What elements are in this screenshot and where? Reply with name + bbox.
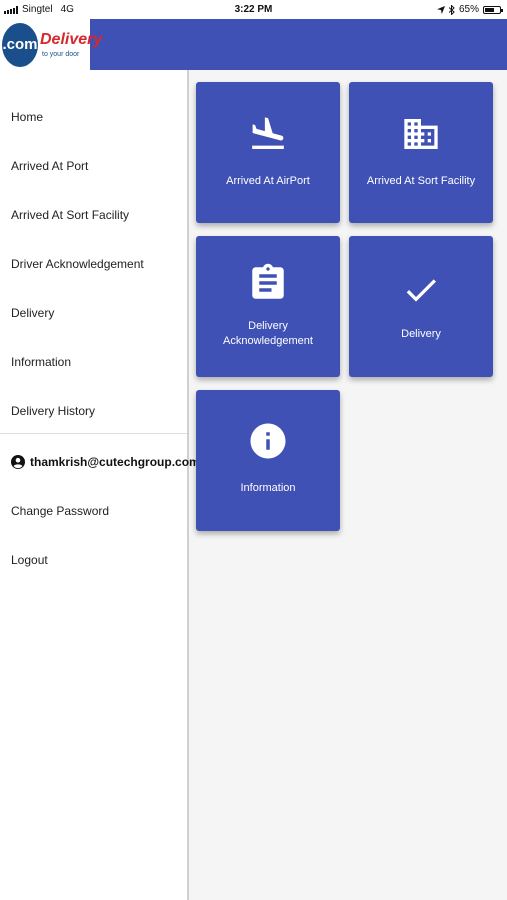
tile-delivery[interactable]: Delivery	[349, 236, 493, 377]
app-header: .com Delivery to your door	[0, 19, 507, 70]
tile-label: Delivery Acknowledgement	[200, 319, 336, 349]
sidebar-item-arrived-at-sort-facility[interactable]: Arrived At Sort Facility	[11, 205, 181, 225]
sidebar-divider	[0, 433, 187, 434]
battery-fill	[485, 7, 495, 12]
tile-delivery-acknowledgement[interactable]: Delivery Acknowledgement	[196, 236, 340, 377]
tile-arrived-at-airport[interactable]: Arrived At AirPort	[196, 82, 340, 223]
sidebar-item-delivery-history[interactable]: Delivery History	[11, 401, 181, 421]
tile-label: Delivery	[401, 328, 441, 340]
user-email: thamkrish@cutechgroup.com	[30, 455, 200, 469]
app-logo[interactable]: .com Delivery to your door	[0, 19, 102, 70]
sidebar-item-logout[interactable]: Logout	[11, 550, 181, 570]
user-account: thamkrish@cutechgroup.com	[11, 452, 200, 472]
tile-label: Arrived At Sort Facility	[366, 175, 476, 187]
battery-icon	[483, 5, 503, 14]
sidebar-item-driver-acknowledgement[interactable]: Driver Acknowledgement	[11, 254, 181, 274]
bluetooth-icon	[448, 4, 455, 15]
location-arrow-icon	[436, 5, 445, 14]
status-right: 65%	[436, 4, 503, 15]
battery-percent: 65%	[458, 4, 479, 15]
flight-land-icon	[252, 117, 284, 149]
building-icon	[404, 119, 438, 149]
tile-label-line2: Acknowledgement	[223, 335, 313, 347]
clipboard-icon	[252, 263, 284, 299]
status-time: 3:22 PM	[234, 4, 273, 15]
logo-circle: .com	[2, 23, 38, 67]
tile-information[interactable]: Information	[196, 390, 340, 531]
sidebar-item-home[interactable]: Home	[11, 107, 181, 127]
status-bar: Singtel 4G 3:22 PM 65%	[0, 0, 507, 19]
tile-label: Information	[240, 482, 296, 494]
sidebar-item-delivery[interactable]: Delivery	[11, 303, 181, 323]
sidebar-item-arrived-at-port[interactable]: Arrived At Port	[11, 156, 181, 176]
logo-word: Delivery	[40, 31, 103, 48]
tile-label-line1: Delivery	[248, 320, 288, 332]
tile-arrived-at-sort-facility[interactable]: Arrived At Sort Facility	[349, 82, 493, 223]
logo-tagline: to your door	[42, 51, 80, 58]
tile-label: Arrived At AirPort	[226, 175, 310, 187]
info-icon	[250, 423, 286, 459]
check-icon	[406, 279, 436, 302]
sidebar: Home Arrived At Port Arrived At Sort Fac…	[0, 70, 200, 900]
sidebar-item-information[interactable]: Information	[11, 352, 181, 372]
account-circle-icon	[11, 455, 25, 469]
sidebar-item-change-password[interactable]: Change Password	[11, 501, 181, 521]
